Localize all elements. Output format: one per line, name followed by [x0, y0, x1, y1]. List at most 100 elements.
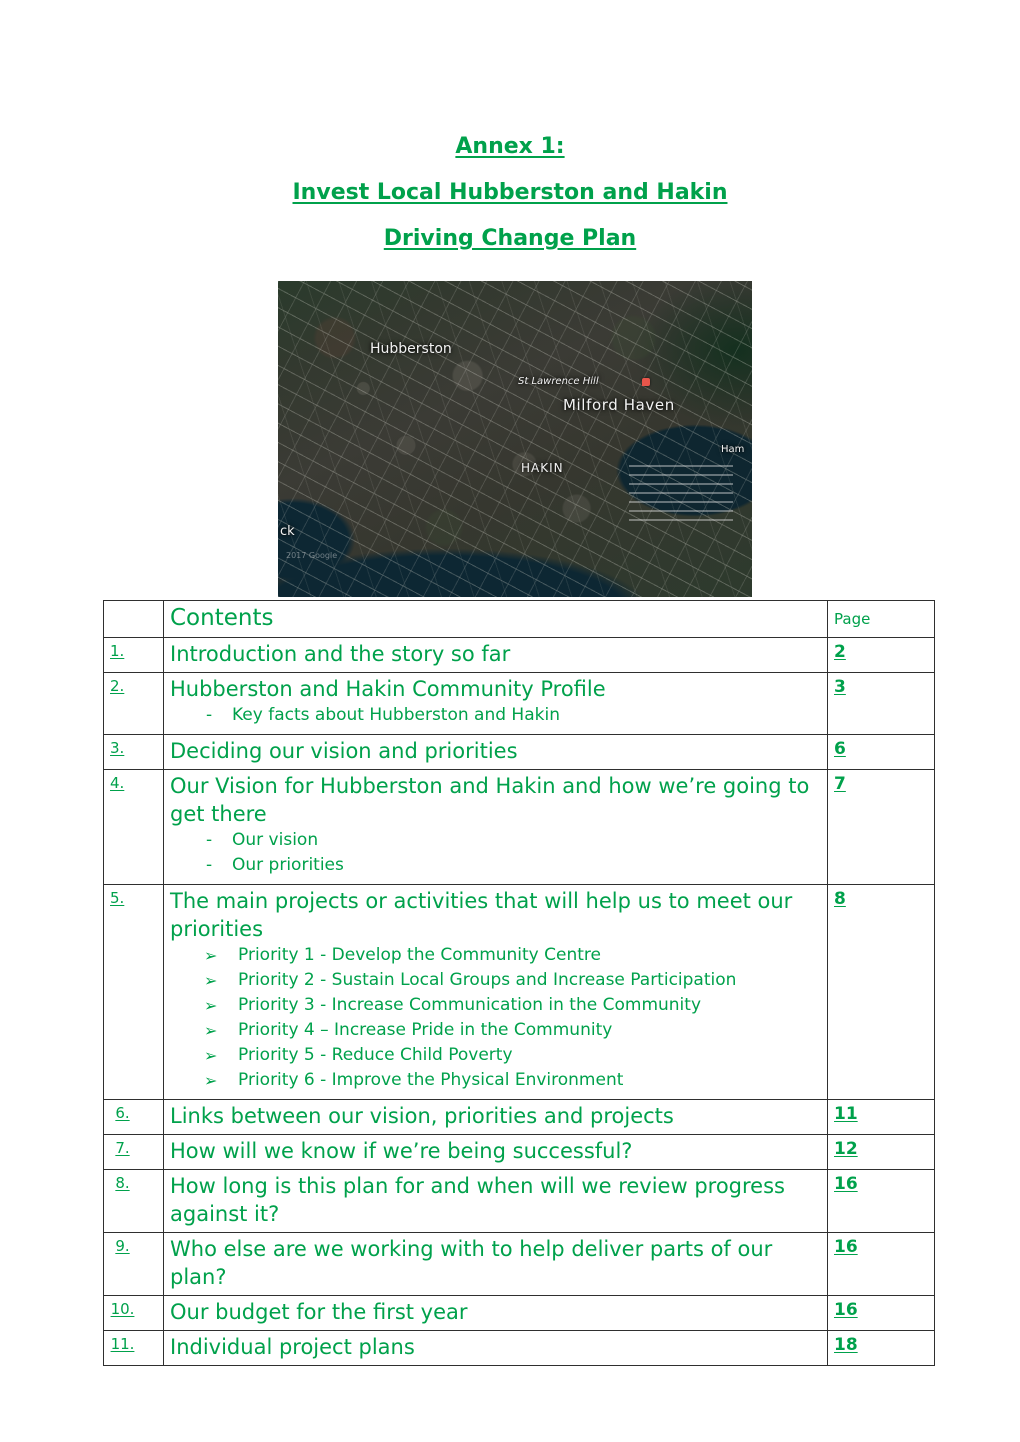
- page-column-header: Page: [827, 600, 935, 638]
- list-item: ➢ Priority 3 - Increase Communication in …: [170, 993, 823, 1018]
- item-title: The main projects or activities that wil…: [170, 889, 793, 941]
- list-item: ➢ Priority 2 - Sustain Local Groups and I…: [170, 968, 823, 993]
- item-title: Introduction and the story so far: [163, 637, 828, 673]
- item-number-text: 10.: [110, 1300, 135, 1318]
- item-page[interactable]: 2: [827, 637, 935, 673]
- item-page-text: 18: [834, 1335, 858, 1355]
- list-item: ➢ Priority 1 - Develop the Community Cent…: [170, 943, 823, 968]
- map-pin-icon: [642, 378, 650, 386]
- item-page-text: 11: [834, 1104, 858, 1124]
- item-number: 11.: [103, 1330, 164, 1366]
- page-title-plan: Driving Change Plan: [383, 226, 637, 251]
- table-row[interactable]: 5. The main projects or activities that …: [103, 884, 935, 1100]
- arrow-bullet-icon: ➢: [204, 1021, 218, 1040]
- item-number-text: 1.: [110, 642, 125, 660]
- list-item: - Our vision: [170, 828, 823, 853]
- item-number: 3.: [103, 734, 164, 770]
- table-row[interactable]: 10. Our budget for the first year 16: [103, 1295, 935, 1331]
- document-page: Annex 1: Invest Local Hubberston and Hak…: [0, 0, 1020, 1442]
- map-street-texture: [278, 281, 752, 597]
- table-row[interactable]: 11. Individual project plans 18: [103, 1330, 935, 1366]
- list-item: - Key facts about Hubberston and Hakin: [170, 703, 823, 728]
- item-number: 7.: [103, 1134, 164, 1170]
- list-item-label: Priority 5 - Reduce Child Poverty: [238, 1045, 513, 1065]
- table-row[interactable]: 7. How will we know if we’re being succe…: [103, 1134, 935, 1170]
- list-item: ➢ Priority 6 - Improve the Physical Envir…: [170, 1068, 823, 1093]
- item-page-text: 7: [834, 774, 846, 794]
- item-number-text: 3.: [110, 739, 125, 757]
- item-title-cell: The main projects or activities that wil…: [163, 884, 828, 1100]
- item-page[interactable]: 11: [827, 1099, 935, 1135]
- item-number: 8.: [103, 1169, 164, 1233]
- item-number-text: 9.: [115, 1237, 130, 1255]
- item-page[interactable]: 18: [827, 1330, 935, 1366]
- item-title: Our Vision for Hubberston and Hakin and …: [170, 774, 810, 826]
- item-title-cell: Our Vision for Hubberston and Hakin and …: [163, 769, 828, 885]
- contents-table-body: Contents Page 1. Introduction and the st…: [103, 600, 935, 1366]
- item-page[interactable]: 16: [827, 1169, 935, 1233]
- item-number: 10.: [103, 1295, 164, 1331]
- item-page[interactable]: 7: [827, 769, 935, 885]
- list-item: ➢ Priority 4 – Increase Pride in the Comm…: [170, 1018, 823, 1043]
- list-item-label: Priority 4 – Increase Pride in the Commu…: [238, 1020, 613, 1040]
- item-subitems: ➢ Priority 1 - Develop the Community Cent…: [170, 943, 823, 1095]
- table-row[interactable]: 2. Hubberston and Hakin Community Profil…: [103, 672, 935, 735]
- arrow-bullet-icon: ➢: [204, 996, 218, 1015]
- item-page-text: 16: [834, 1300, 858, 1320]
- item-title: Hubberston and Hakin Community Profile: [170, 677, 606, 701]
- item-title-cell: Hubberston and Hakin Community Profile -…: [163, 672, 828, 735]
- list-item-label: Key facts about Hubberston and Hakin: [232, 705, 560, 725]
- item-page-text: 6: [834, 739, 846, 759]
- item-page[interactable]: 16: [827, 1295, 935, 1331]
- item-number-text: 7.: [115, 1139, 130, 1157]
- item-number: 6.: [103, 1099, 164, 1135]
- table-row-header: Contents Page: [103, 600, 935, 638]
- item-number-text: 6.: [115, 1104, 130, 1122]
- item-page-text: 2: [834, 642, 846, 662]
- aerial-map-image: Hubberston St Lawrence Hill Milford Have…: [278, 281, 752, 597]
- item-page-text: 8: [834, 889, 846, 909]
- list-item-label: Our priorities: [232, 855, 344, 875]
- contents-heading: Contents: [163, 600, 828, 638]
- title-block: Annex 1: Invest Local Hubberston and Hak…: [0, 0, 1020, 253]
- item-subitems: - Key facts about Hubberston and Hakin: [170, 703, 823, 730]
- item-number-text: 5.: [110, 889, 125, 907]
- dash-bullet-icon: -: [206, 830, 213, 850]
- item-number-text: 2.: [110, 677, 125, 695]
- arrow-bullet-icon: ➢: [204, 971, 218, 990]
- item-title: Deciding our vision and priorities: [163, 734, 828, 770]
- item-title: Links between our vision, priorities and…: [163, 1099, 828, 1135]
- item-page[interactable]: 8: [827, 884, 935, 1100]
- page-title-project: Invest Local Hubberston and Hakin: [292, 180, 728, 205]
- list-item: - Our priorities: [170, 853, 823, 878]
- list-item-label: Priority 1 - Develop the Community Centr…: [238, 945, 601, 965]
- list-item-label: Priority 3 - Increase Communication in t…: [238, 995, 702, 1015]
- table-row[interactable]: 3. Deciding our vision and priorities 6: [103, 734, 935, 770]
- item-title: Individual project plans: [163, 1330, 828, 1366]
- item-page-text: 3: [834, 677, 846, 697]
- item-subitems: - Our vision - Our priorities: [170, 828, 823, 880]
- table-row[interactable]: 9. Who else are we working with to help …: [103, 1232, 935, 1296]
- item-page[interactable]: 12: [827, 1134, 935, 1170]
- table-row[interactable]: 1. Introduction and the story so far 2: [103, 637, 935, 673]
- item-number: 1.: [103, 637, 164, 673]
- arrow-bullet-icon: ➢: [204, 946, 218, 965]
- item-number: 5.: [103, 884, 164, 1100]
- item-page[interactable]: 6: [827, 734, 935, 770]
- item-title: How long is this plan for and when will …: [163, 1169, 828, 1233]
- map-marina-pontoons: [628, 457, 734, 522]
- dash-bullet-icon: -: [206, 705, 213, 725]
- table-row[interactable]: 8. How long is this plan for and when wi…: [103, 1169, 935, 1233]
- arrow-bullet-icon: ➢: [204, 1046, 218, 1065]
- contents-number-blank: [103, 600, 164, 638]
- item-title: How will we know if we’re being successf…: [163, 1134, 828, 1170]
- item-page[interactable]: 3: [827, 672, 935, 735]
- item-number-text: 4.: [110, 774, 125, 792]
- item-title: Who else are we working with to help del…: [163, 1232, 828, 1296]
- item-number: 9.: [103, 1232, 164, 1296]
- table-row[interactable]: 6. Links between our vision, priorities …: [103, 1099, 935, 1135]
- item-page[interactable]: 16: [827, 1232, 935, 1296]
- item-number-text: 8.: [115, 1174, 130, 1192]
- item-number: 2.: [103, 672, 164, 735]
- table-row[interactable]: 4. Our Vision for Hubberston and Hakin a…: [103, 769, 935, 885]
